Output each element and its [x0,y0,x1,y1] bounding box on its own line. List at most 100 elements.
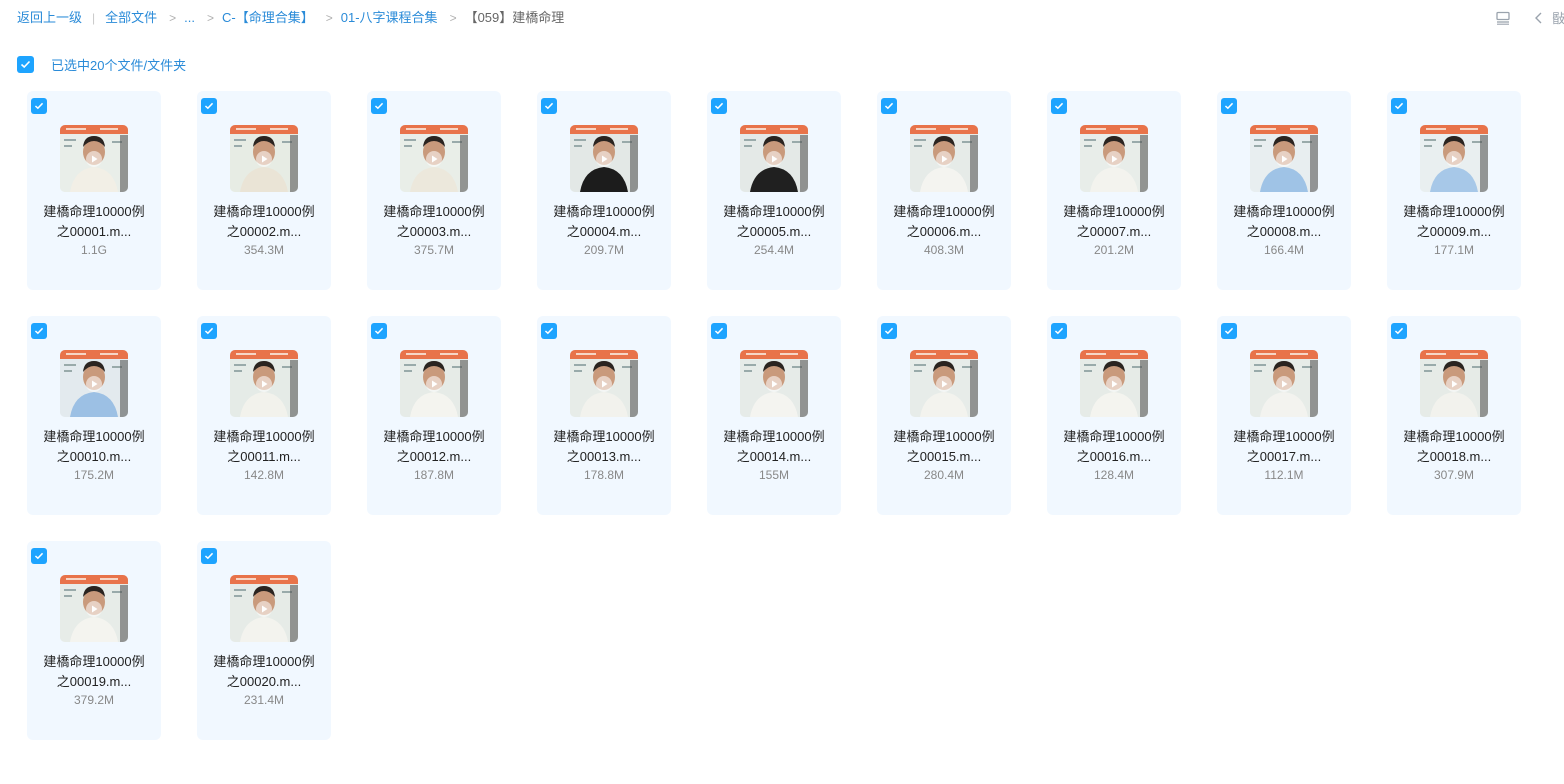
back-link[interactable]: 返回上一级 [17,9,82,27]
file-tile[interactable]: 建橋命理10000例 之00001.m... 1.1G [27,91,161,290]
breadcrumb-root-link[interactable]: 全部文件 [105,9,157,27]
video-thumbnail[interactable] [1080,350,1148,417]
video-thumbnail[interactable] [910,125,978,192]
video-thumbnail[interactable] [1420,350,1488,417]
file-tile[interactable]: 建橋命理10000例 之00012.m... 187.8M [367,316,501,515]
file-name[interactable]: 建橋命理10000例 之00016.m... [1051,427,1177,467]
list-view-icon[interactable] [1494,9,1512,27]
file-name[interactable]: 建橋命理10000例 之00004.m... [541,202,667,242]
file-size: 177.1M [1433,243,1475,257]
video-thumbnail[interactable] [60,350,128,417]
file-tile[interactable]: 建橋命理10000例 之00010.m... 175.2M [27,316,161,515]
video-thumbnail[interactable] [1250,125,1318,192]
video-thumbnail[interactable] [1420,125,1488,192]
file-name[interactable]: 建橋命理10000例 之00011.m... [201,427,327,467]
file-checkbox[interactable] [881,98,897,114]
check-icon [204,327,214,335]
file-name[interactable]: 建橋命理10000例 之00012.m... [371,427,497,467]
file-name-line1: 建橋命理10000例 [1233,204,1335,219]
file-tile[interactable]: 建橋命理10000例 之00002.m... 354.3M [197,91,331,290]
file-tile[interactable]: 建橋命理10000例 之00004.m... 209.7M [537,91,671,290]
video-thumbnail[interactable] [60,575,128,642]
file-name-line1: 建橋命理10000例 [43,429,145,444]
file-name[interactable]: 建橋命理10000例 之00010.m... [31,427,157,467]
file-checkbox[interactable] [201,98,217,114]
video-thumbnail[interactable] [740,125,808,192]
file-checkbox[interactable] [881,323,897,339]
file-checkbox[interactable] [1221,323,1237,339]
file-checkbox[interactable] [31,98,47,114]
file-checkbox[interactable] [1391,98,1407,114]
play-icon [596,151,612,167]
video-thumbnail[interactable] [230,575,298,642]
file-checkbox[interactable] [31,323,47,339]
file-checkbox[interactable] [711,323,727,339]
file-tile[interactable]: 建橋命理10000例 之00018.m... 307.9M [1387,316,1521,515]
breadcrumb-ellipsis-link[interactable]: ... [184,9,195,27]
video-thumbnail[interactable] [1080,125,1148,192]
file-tile[interactable]: 建橋命理10000例 之00013.m... 178.8M [537,316,671,515]
file-name[interactable]: 建橋命理10000例 之00009.m... [1391,202,1517,242]
video-thumbnail[interactable] [1250,350,1318,417]
file-tile[interactable]: 建橋命理10000例 之00008.m... 166.4M [1217,91,1351,290]
file-tile[interactable]: 建橋命理10000例 之00011.m... 142.8M [197,316,331,515]
file-checkbox[interactable] [31,548,47,564]
video-thumbnail[interactable] [230,125,298,192]
file-tile[interactable]: 建橋命理10000例 之00014.m... 155M [707,316,841,515]
file-name[interactable]: 建橋命理10000例 之00014.m... [711,427,837,467]
file-name[interactable]: 建橋命理10000例 之00007.m... [1051,202,1177,242]
video-thumbnail[interactable] [400,125,468,192]
breadcrumb-separator: > [325,11,333,25]
breadcrumb-level2-link[interactable]: 01-八字课程合集 [341,9,438,27]
file-name[interactable]: 建橋命理10000例 之00017.m... [1221,427,1347,467]
file-name[interactable]: 建橋命理10000例 之00019.m... [31,652,157,692]
select-all-checkbox[interactable] [17,56,34,73]
video-thumbnail[interactable] [570,350,638,417]
file-name[interactable]: 建橋命理10000例 之00018.m... [1391,427,1517,467]
check-icon [884,327,894,335]
file-checkbox[interactable] [1221,98,1237,114]
video-thumbnail[interactable] [570,125,638,192]
file-name[interactable]: 建橋命理10000例 之00013.m... [541,427,667,467]
file-name-line2: 之00011.m... [227,449,301,464]
file-tile[interactable]: 建橋命理10000例 之00017.m... 112.1M [1217,316,1351,515]
play-icon [766,151,782,167]
file-checkbox[interactable] [1391,323,1407,339]
video-thumbnail[interactable] [230,350,298,417]
file-name-line1: 建橋命理10000例 [1233,429,1335,444]
file-tile[interactable]: 建橋命理10000例 之00005.m... 254.4M [707,91,841,290]
file-name[interactable]: 建橋命理10000例 之00006.m... [881,202,1007,242]
file-name[interactable]: 建橋命理10000例 之00001.m... [31,202,157,242]
file-checkbox[interactable] [711,98,727,114]
file-name[interactable]: 建橋命理10000例 之00002.m... [201,202,327,242]
video-thumbnail[interactable] [60,125,128,192]
file-name-line1: 建橋命理10000例 [1063,429,1165,444]
file-name[interactable]: 建橋命理10000例 之00015.m... [881,427,1007,467]
file-checkbox[interactable] [1051,98,1067,114]
breadcrumb-level1-link[interactable]: C-【命理合集】 [222,9,314,27]
file-tile[interactable]: 建橋命理10000例 之00016.m... 128.4M [1047,316,1181,515]
file-checkbox[interactable] [541,98,557,114]
file-tile[interactable]: 建橋命理10000例 之00007.m... 201.2M [1047,91,1181,290]
video-thumbnail[interactable] [740,350,808,417]
file-name[interactable]: 建橋命理10000例 之00005.m... [711,202,837,242]
file-name[interactable]: 建橋命理10000例 之00008.m... [1221,202,1347,242]
file-tile[interactable]: 建橋命理10000例 之00006.m... 408.3M [877,91,1011,290]
file-tile[interactable]: 建橋命理10000例 之00009.m... 177.1M [1387,91,1521,290]
video-thumbnail[interactable] [910,350,978,417]
file-name[interactable]: 建橋命理10000例 之00003.m... [371,202,497,242]
file-name-line2: 之00009.m... [1416,224,1492,239]
file-checkbox[interactable] [371,323,387,339]
file-tile[interactable]: 建橋命理10000例 之00015.m... 280.4M [877,316,1011,515]
file-tile[interactable]: 建橋命理10000例 之00019.m... 379.2M [27,541,161,740]
file-checkbox[interactable] [371,98,387,114]
file-checkbox[interactable] [1051,323,1067,339]
chevron-left-icon[interactable] [1530,9,1548,27]
file-tile[interactable]: 建橋命理10000例 之00003.m... 375.7M [367,91,501,290]
file-name[interactable]: 建橋命理10000例 之00020.m... [201,652,327,692]
file-checkbox[interactable] [541,323,557,339]
file-checkbox[interactable] [201,548,217,564]
video-thumbnail[interactable] [400,350,468,417]
file-checkbox[interactable] [201,323,217,339]
file-tile[interactable]: 建橋命理10000例 之00020.m... 231.4M [197,541,331,740]
